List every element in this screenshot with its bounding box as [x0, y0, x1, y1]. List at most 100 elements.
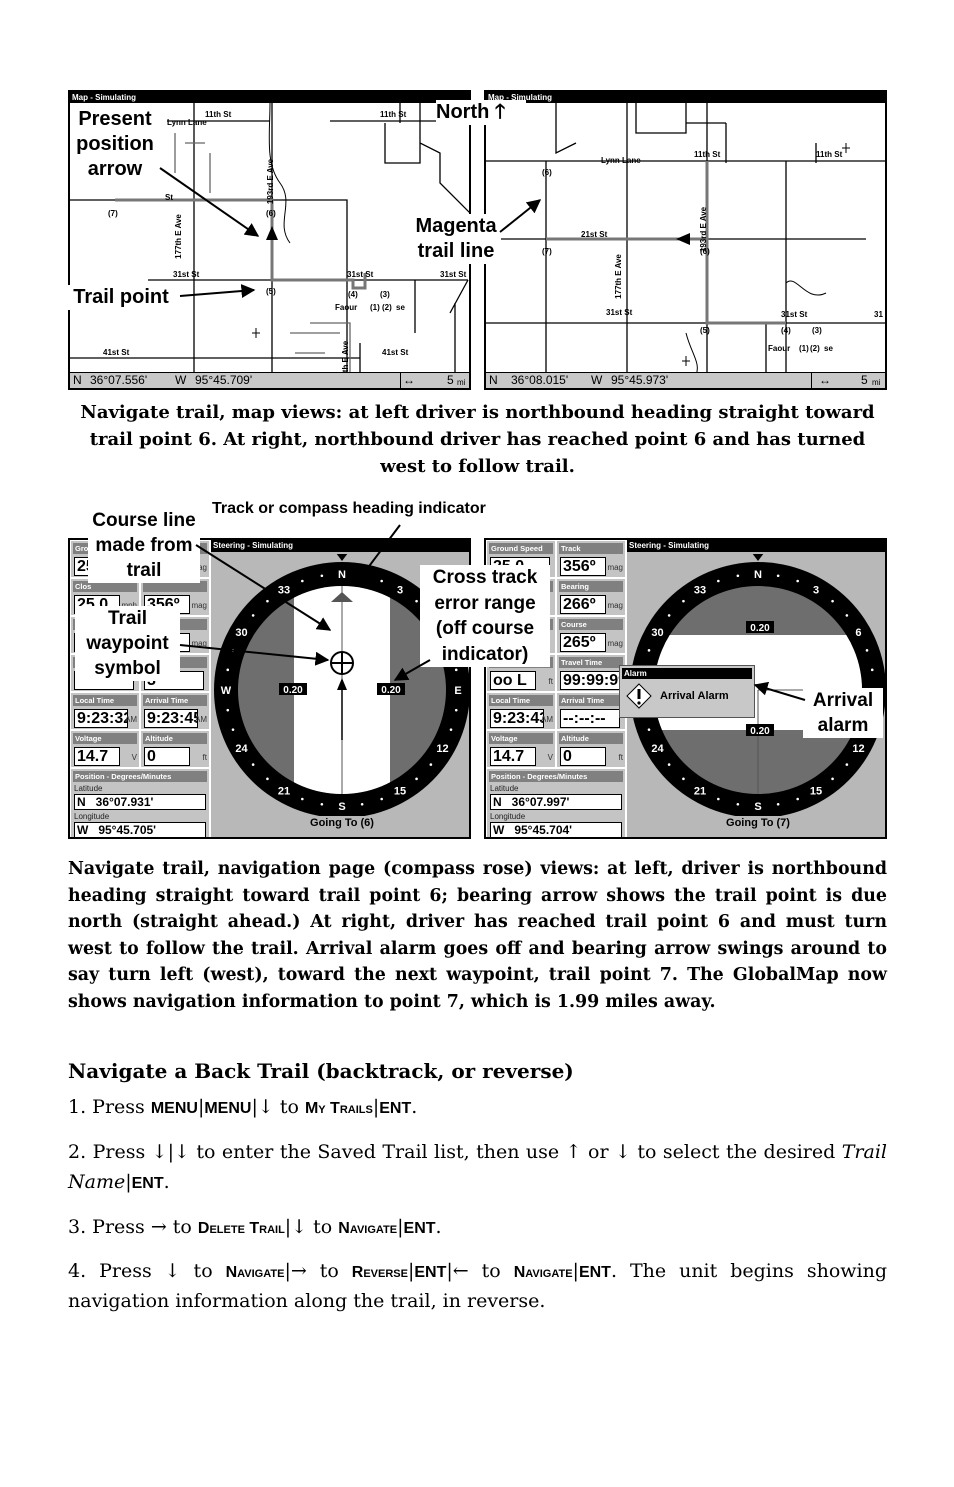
compass-tick [736, 574, 740, 578]
waypoint-label: (3) [380, 290, 390, 299]
zoom-unit: mi [457, 378, 466, 387]
instruction-step: 4. Press ↓ to Navigate|→ to Reverse|ENT|… [68, 1256, 887, 1316]
key-name: ENT [379, 1100, 412, 1117]
compass-tick [231, 728, 235, 731]
compass-label: 6 [855, 627, 861, 639]
annotation-course-line: Course line made from trail [88, 508, 200, 583]
field-value: 99:99:99 [560, 671, 620, 690]
field-value: oo L [490, 671, 536, 690]
xte-label: 0.20 [750, 726, 770, 737]
compass-tick [449, 728, 453, 731]
step-text: |← to [446, 1260, 514, 1282]
waypoint-label: (6) [266, 209, 276, 218]
map-label: 31st St [173, 270, 200, 279]
heading-indicator-icon [752, 554, 764, 561]
compass-tick [360, 574, 364, 578]
field-label: Bearing [559, 581, 623, 592]
compass-tick [647, 649, 651, 652]
waypoint-label: (7) [108, 209, 118, 218]
field-unit: ft [202, 753, 207, 762]
compass-label: E [454, 685, 461, 697]
compass-tick [266, 599, 269, 603]
field-unit: AM [125, 715, 137, 724]
field-label: Arrival Time [559, 695, 623, 706]
step-text: . [411, 1096, 418, 1118]
field-unit: mag [607, 601, 623, 610]
map-label: Faour [335, 303, 358, 312]
compass-tick [870, 668, 874, 672]
field-unit: AM [195, 715, 207, 724]
step-text: 1. Press [68, 1096, 151, 1118]
field-value: 14.7 [490, 747, 536, 766]
annotation-trail-point: Trail point [66, 285, 176, 310]
trail-line [546, 161, 786, 325]
data-field: Voltage 14.7 V [70, 730, 140, 768]
field-value: 265º [560, 633, 606, 652]
waypoint-label: (6) [700, 247, 710, 256]
compass-label: 33 [694, 585, 706, 597]
menu-command: Navigate [225, 1264, 285, 1281]
compass-label: W [221, 685, 232, 697]
compass-tick [415, 599, 418, 603]
step-text: 2. Press ↓|↓ to enter the Saved Trail li… [68, 1141, 842, 1163]
map-label: 11th St [380, 110, 407, 119]
map-label: 31st St [347, 270, 374, 279]
menu-command: Reverse [351, 1264, 408, 1281]
field-unit: mag [607, 563, 623, 572]
caption-map-views: Navigate trail, map views: at left drive… [80, 402, 875, 477]
data-field: Bearing 266º mag [556, 578, 626, 616]
zoom-level: 5 [861, 373, 868, 387]
zoom-range-icon: ↔ [819, 373, 831, 387]
compass-tick [454, 708, 458, 712]
annotation-heading-indicator: Track or compass heading indicator [212, 500, 486, 517]
zoom-range-icon: ↔ [403, 373, 415, 387]
map-label: Faour [768, 344, 791, 353]
compass-label: S [754, 801, 761, 813]
annotation-arrival-alarm: Arrival alarm [803, 688, 883, 738]
lat-hemisphere: N [73, 373, 82, 387]
field-label: Altitude [143, 733, 207, 744]
compass-tick [845, 763, 849, 766]
compass-tick [682, 777, 685, 781]
section-heading: Navigate a Back Trail (backtrack, or rev… [68, 1059, 574, 1083]
map-label: se [396, 303, 405, 312]
key-name: ENT [578, 1264, 611, 1281]
map-label: 193rd E Ave [699, 206, 709, 253]
zoom-unit: mi [872, 378, 881, 387]
waypoint-label: (5) [266, 287, 276, 296]
alarm-text: Arrival Alarm [660, 690, 729, 702]
data-field: Arrival Time 9:23:45 AM [140, 692, 210, 730]
waypoint-label: (1) [799, 344, 809, 353]
arrival-alarm-dialog[interactable]: Alarm Arrival Alarm [619, 665, 755, 718]
lat-hemisphere: N [489, 373, 498, 387]
map-label: 31 [874, 310, 883, 319]
key-name: ENT [131, 1175, 164, 1192]
map-label: St [165, 193, 173, 202]
compass-label: 24 [651, 743, 664, 755]
trail-line [115, 198, 367, 290]
annotation-magenta-trail: Magenta trail line [411, 214, 501, 264]
compass-tick [251, 763, 255, 766]
instruction-step: 1. Press MENU|MENU|↓ to My Trails|ENT. [68, 1092, 887, 1122]
compass-tick [301, 579, 304, 583]
annotation-trail-waypoint: Trail waypoint symbol [75, 606, 180, 681]
instruction-step: 2. Press ↓|↓ to enter the Saved Trail li… [68, 1137, 887, 1197]
heading-indicator-icon [336, 554, 348, 561]
compass-tick [776, 574, 780, 578]
compass-tick [845, 614, 849, 617]
position-title: Position - Degrees/Minutes [489, 771, 623, 782]
latitude: 36°07.556' [90, 373, 148, 387]
data-field: Local Time 9:23:43 AM [486, 692, 556, 730]
map-status-bar: N 36°08.015' W 95°45.973' ↔ 5 mi [486, 372, 885, 388]
compass-label: 24 [235, 743, 248, 755]
going-to-label: Going To (6) [310, 817, 374, 829]
waypoint-label: (5) [700, 326, 710, 335]
compass-tick [231, 649, 235, 652]
map-label: 177th E Ave [173, 214, 183, 259]
xte-label: 0.20 [283, 685, 303, 696]
data-field: Arrival Time --:--:-- [556, 692, 626, 730]
map-label: 177th E Ave [613, 254, 623, 299]
map-label: 11th St [205, 110, 232, 119]
latitude-label: Latitude [490, 784, 519, 793]
compass-tick [682, 599, 685, 603]
